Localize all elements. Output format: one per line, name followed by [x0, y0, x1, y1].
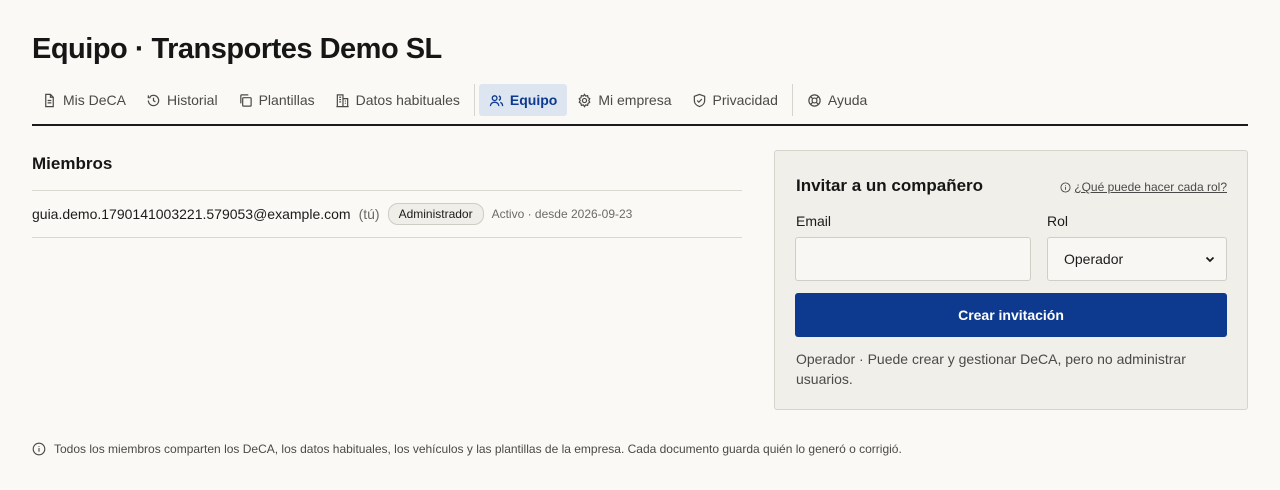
footer-note-text: Todos los miembros comparten los DeCA, l…	[54, 442, 902, 456]
role-select-value: Operador	[1064, 251, 1124, 267]
nav-item-datos-habituales[interactable]: Datos habituales	[325, 84, 470, 116]
nav-item-label: Mis DeCA	[63, 92, 127, 108]
member-row: guia.demo.1790141003221.579053@example.c…	[32, 191, 742, 238]
main-nav: Mis DeCA Historial Plantillas Datos habi…	[32, 84, 1248, 126]
history-icon	[147, 94, 160, 106]
nav-item-privacidad[interactable]: Privacidad	[682, 84, 788, 116]
create-invitation-button[interactable]: Crear invitación	[795, 293, 1227, 337]
role-badge: Administrador	[387, 203, 484, 225]
role-description: Operador · Puede crear y gestionar DeCA,…	[796, 351, 1186, 387]
roles-help-link[interactable]: ¿Qué puede hacer cada rol?	[1060, 180, 1227, 194]
nav-item-mi-empresa[interactable]: Mi empresa	[567, 84, 681, 116]
building-icon	[336, 93, 349, 107]
role-label: Rol	[1047, 213, 1069, 229]
member-email: guia.demo.1790141003221.579053@example.c…	[32, 206, 351, 222]
nav-item-label: Datos habituales	[355, 92, 460, 108]
document-icon	[45, 93, 54, 107]
copy-icon	[239, 93, 252, 107]
nav-divider	[473, 84, 475, 116]
nav-item-label: Plantillas	[258, 92, 315, 108]
page-title: Equipo · Transportes Demo SL	[32, 33, 442, 65]
nav-item-label: Privacidad	[712, 92, 778, 108]
members-list: guia.demo.1790141003221.579053@example.c…	[32, 190, 742, 238]
nav-item-label: Mi empresa	[598, 92, 672, 108]
shield-icon	[693, 93, 705, 107]
nav-item-equipo[interactable]: Equipo	[478, 84, 568, 116]
info-icon	[32, 442, 46, 456]
nav-divider	[791, 84, 793, 116]
member-you-label: (tú)	[358, 206, 380, 222]
users-icon	[489, 94, 504, 106]
invite-title: Invitar a un compañero	[796, 176, 984, 195]
footer-note: Todos los miembros comparten los DeCA, l…	[32, 442, 902, 456]
lifebuoy-icon	[808, 93, 821, 107]
nav-item-plantillas[interactable]: Plantillas	[228, 84, 325, 116]
nav-item-historial[interactable]: Historial	[136, 84, 228, 116]
nav-item-label: Historial	[167, 92, 218, 108]
nav-item-ayuda[interactable]: Ayuda	[797, 84, 877, 116]
info-icon	[1060, 181, 1071, 193]
email-field[interactable]	[795, 237, 1031, 281]
roles-help-label: ¿Qué puede hacer cada rol?	[1074, 180, 1227, 194]
invite-card: Invitar a un compañero ¿Qué puede hacer …	[774, 150, 1248, 410]
nav-item-label: Equipo	[509, 92, 558, 108]
chevron-down-icon	[1205, 256, 1215, 263]
nav-item-mis-deca[interactable]: Mis DeCA	[32, 84, 136, 116]
role-select[interactable]: Operador	[1047, 237, 1227, 281]
nav-item-label: Ayuda	[827, 92, 868, 108]
gear-icon	[578, 92, 591, 108]
members-title: Miembros	[32, 154, 113, 173]
member-status: Activo · desde 2026-09-23	[491, 207, 633, 221]
email-label: Email	[796, 213, 832, 229]
